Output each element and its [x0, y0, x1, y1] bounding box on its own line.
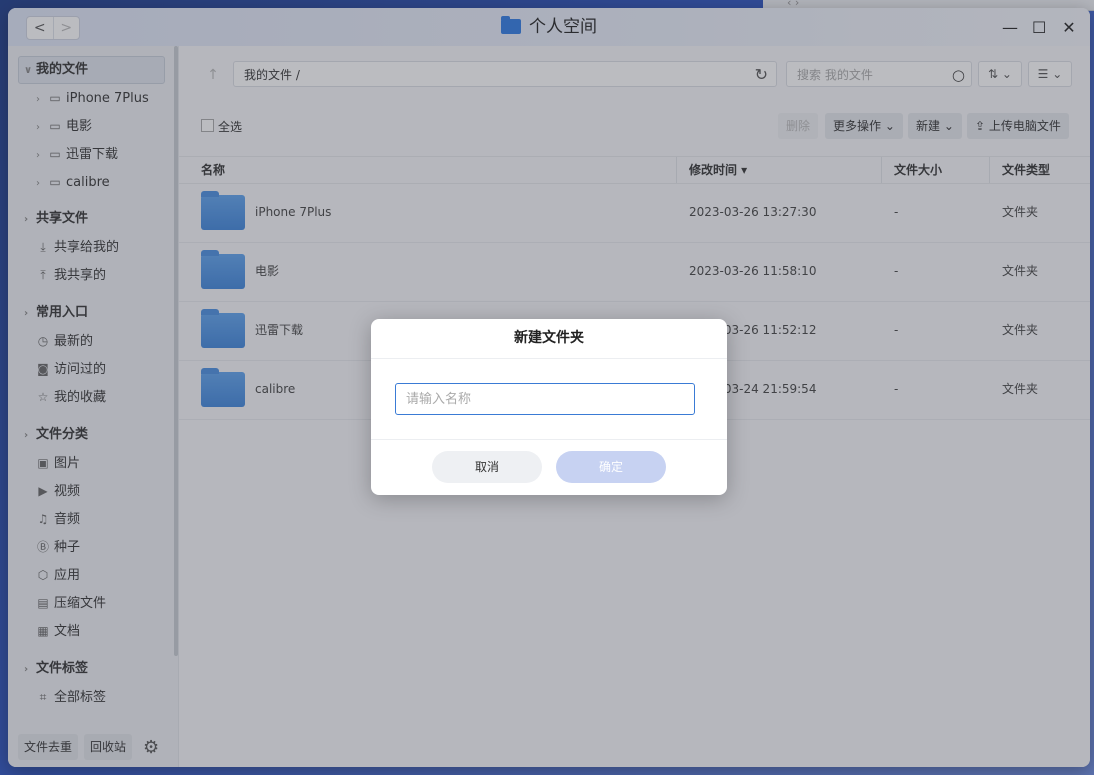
- confirm-button[interactable]: 确定: [556, 451, 666, 483]
- folder-name-input[interactable]: [395, 383, 695, 415]
- dialog-divider: [371, 439, 727, 440]
- dialog-title: 新建文件夹: [371, 319, 727, 359]
- new-folder-dialog: 新建文件夹 取消 确定: [371, 319, 727, 495]
- cancel-button[interactable]: 取消: [432, 451, 542, 483]
